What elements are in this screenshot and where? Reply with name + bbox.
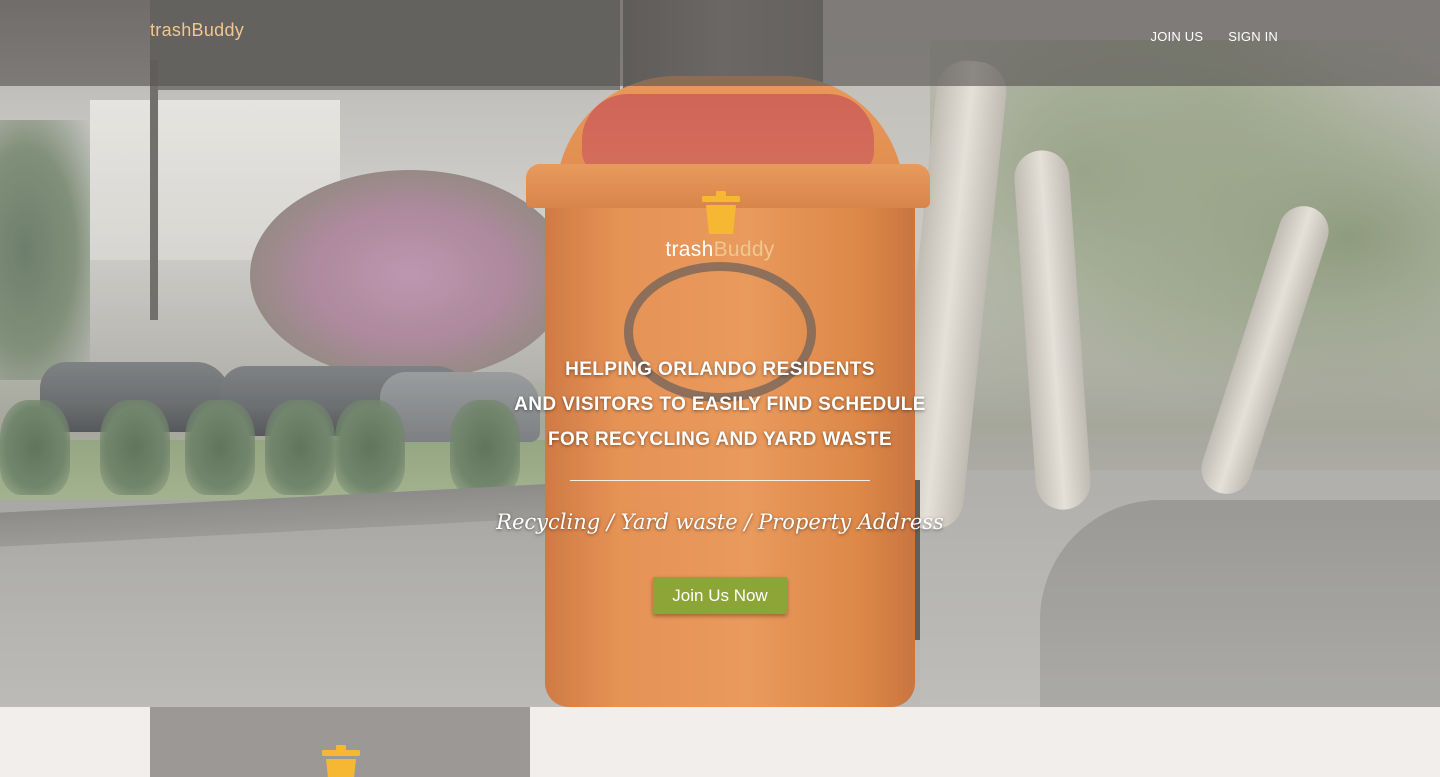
nav-link-join-us[interactable]: JOIN US — [1151, 29, 1204, 44]
trash-bin-icon — [322, 745, 360, 777]
headline-line: FOR RECYCLING AND YARD WASTE — [547, 429, 893, 450]
hero-divider — [570, 480, 870, 481]
hero-headline: HELPING ORLANDO RESIDENTS AND VISITORS T… — [420, 352, 1020, 457]
brand-logo-link[interactable]: trashBuddy — [150, 20, 244, 41]
brand-text-buddy: Buddy — [191, 20, 245, 40]
top-navigation-bar: trashBuddy JOIN US SIGN IN — [0, 0, 1440, 86]
nav-links: JOIN US SIGN IN — [1151, 29, 1278, 44]
features-section — [0, 707, 1440, 777]
hero-logo-text: trashBuddy — [600, 238, 840, 262]
trash-bin-icon — [702, 191, 740, 234]
hero-logo-trash: trash — [665, 238, 714, 261]
headline-line: AND VISITORS TO EASILY FIND SCHEDULE — [514, 394, 926, 415]
hero-logo-buddy: Buddy — [713, 238, 775, 261]
headline-line: HELPING ORLANDO RESIDENTS — [565, 359, 875, 380]
feature-card — [150, 707, 530, 777]
brand-text-trash: trash — [150, 20, 192, 40]
hero-tagline: Recycling / Yard waste / Property Addres… — [496, 510, 944, 534]
join-us-now-button[interactable]: Join Us Now — [653, 577, 787, 614]
nav-link-sign-in[interactable]: SIGN IN — [1228, 29, 1278, 44]
